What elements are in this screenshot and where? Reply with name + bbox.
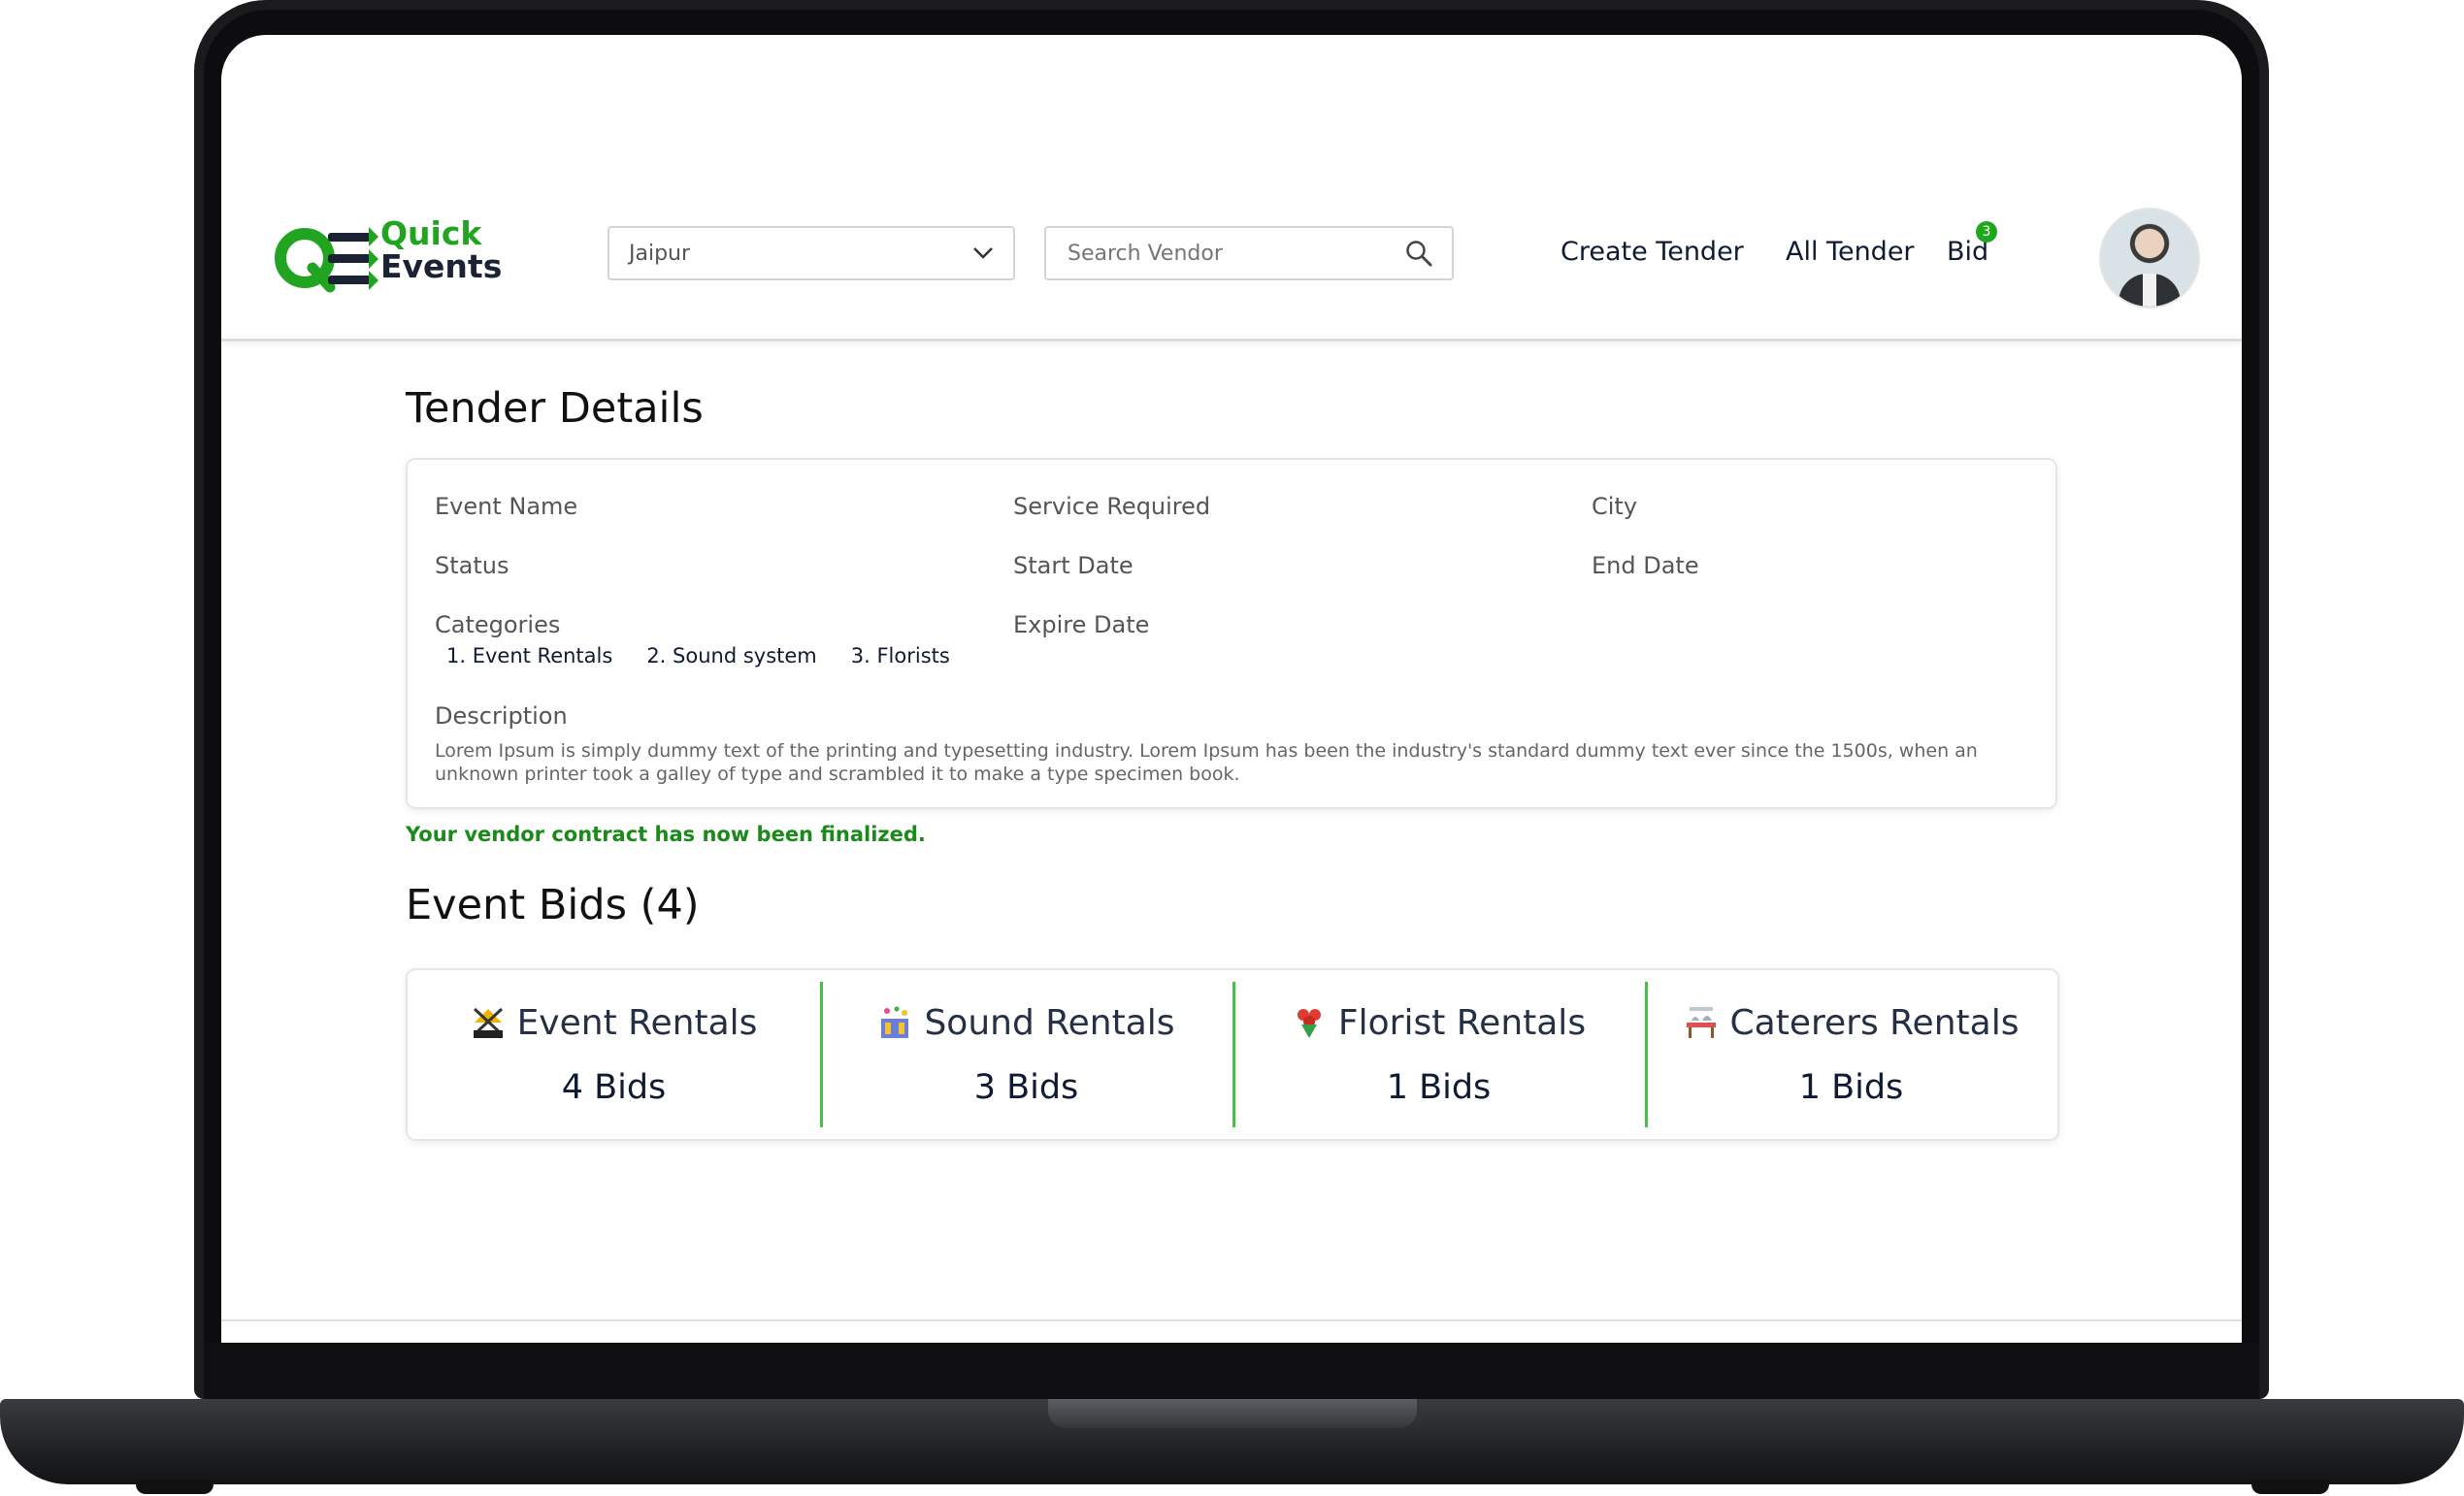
bid-tile-label: Florist Rentals xyxy=(1337,1002,1587,1043)
city-select[interactable]: Jaipur xyxy=(608,226,1015,280)
label-status: Status xyxy=(435,552,509,579)
bid-tile-header: Caterers Rentals xyxy=(1684,1002,2020,1043)
event-bids-card: Event Rentals 4 Bids Sound Rentals 3 Bid… xyxy=(406,968,2059,1141)
flower-icon xyxy=(1297,1009,1321,1038)
label-city: City xyxy=(1592,493,1638,520)
nav-create-tender[interactable]: Create Tender xyxy=(1561,237,1744,267)
user-avatar[interactable] xyxy=(2099,208,2200,309)
description-text: Lorem Ipsum is simply dummy text of the … xyxy=(435,740,1978,785)
bid-tile-count: 1 Bids xyxy=(1386,1067,1492,1107)
app-screen: Quick Events Jaipur Create Tender All Te… xyxy=(221,35,2242,1343)
contract-finalized-message: Your vendor contract has now been finali… xyxy=(406,823,926,846)
brand-logo[interactable]: Quick Events xyxy=(274,217,516,314)
label-event-name: Event Name xyxy=(435,493,578,520)
catering-icon xyxy=(1686,1007,1716,1038)
laptop-chin xyxy=(204,1343,2259,1399)
bid-tile-header: Event Rentals xyxy=(471,1002,758,1043)
label-start-date: Start Date xyxy=(1013,552,1133,579)
category-item: 2. Sound system xyxy=(646,644,817,667)
category-list: 1. Event Rentals 2. Sound system 3. Flor… xyxy=(446,644,950,667)
city-select-value: Jaipur xyxy=(629,241,691,266)
bid-tile-label: Sound Rentals xyxy=(924,1002,1175,1043)
bid-tile-header: Sound Rentals xyxy=(877,1002,1175,1043)
search-icon[interactable] xyxy=(1405,240,1432,267)
bid-count-badge: 3 xyxy=(1976,221,1997,243)
bid-tile-header: Florist Rentals xyxy=(1292,1003,1586,1043)
brand-line2: Events xyxy=(380,247,503,285)
label-categories: Categories xyxy=(435,611,561,638)
avatar-shirt xyxy=(2143,274,2156,307)
footer-divider xyxy=(221,1319,2242,1321)
bid-tile-label: Event Rentals xyxy=(516,1002,758,1043)
chevron-down-icon xyxy=(973,247,993,259)
bid-tile-event-rentals[interactable]: Event Rentals 4 Bids xyxy=(408,970,820,1139)
label-end-date: End Date xyxy=(1592,552,1699,579)
tender-details-title: Tender Details xyxy=(406,384,704,433)
laptop-notch xyxy=(1048,1399,1417,1428)
category-item: 1. Event Rentals xyxy=(446,644,613,667)
bid-tile-count: 4 Bids xyxy=(561,1067,667,1107)
search-vendor xyxy=(1044,226,1454,280)
event-bids-title: Event Bids (4) xyxy=(406,881,700,929)
label-description: Description xyxy=(435,702,568,730)
label-expire-date: Expire Date xyxy=(1013,611,1150,638)
top-header: Quick Events Jaipur Create Tender All Te… xyxy=(221,35,2242,341)
laptop-foot xyxy=(2251,1480,2329,1494)
brand-name: Quick Events xyxy=(380,217,502,283)
search-input[interactable] xyxy=(1066,240,1405,267)
tent-icon xyxy=(473,1007,503,1038)
brand-line1: Quick xyxy=(380,214,482,252)
bid-tile-sound-rentals[interactable]: Sound Rentals 3 Bids xyxy=(820,970,1232,1139)
tender-details-card: Event Name Service Required City Status … xyxy=(406,458,2057,809)
laptop-foot xyxy=(136,1480,214,1494)
bid-tile-count: 3 Bids xyxy=(973,1067,1079,1107)
bid-tile-caterers-rentals[interactable]: Caterers Rentals 1 Bids xyxy=(1645,970,2057,1139)
bid-tile-florist-rentals[interactable]: Florist Rentals 1 Bids xyxy=(1232,970,1645,1139)
speaker-icon xyxy=(881,1006,909,1038)
category-item: 3. Florists xyxy=(850,644,950,667)
label-service-required: Service Required xyxy=(1013,493,1211,520)
bid-tile-count: 1 Bids xyxy=(1798,1067,1904,1107)
logo-mark-icon xyxy=(275,227,378,293)
bid-tile-label: Caterers Rentals xyxy=(1729,1002,2020,1043)
nav-all-tender[interactable]: All Tender xyxy=(1786,237,1915,267)
